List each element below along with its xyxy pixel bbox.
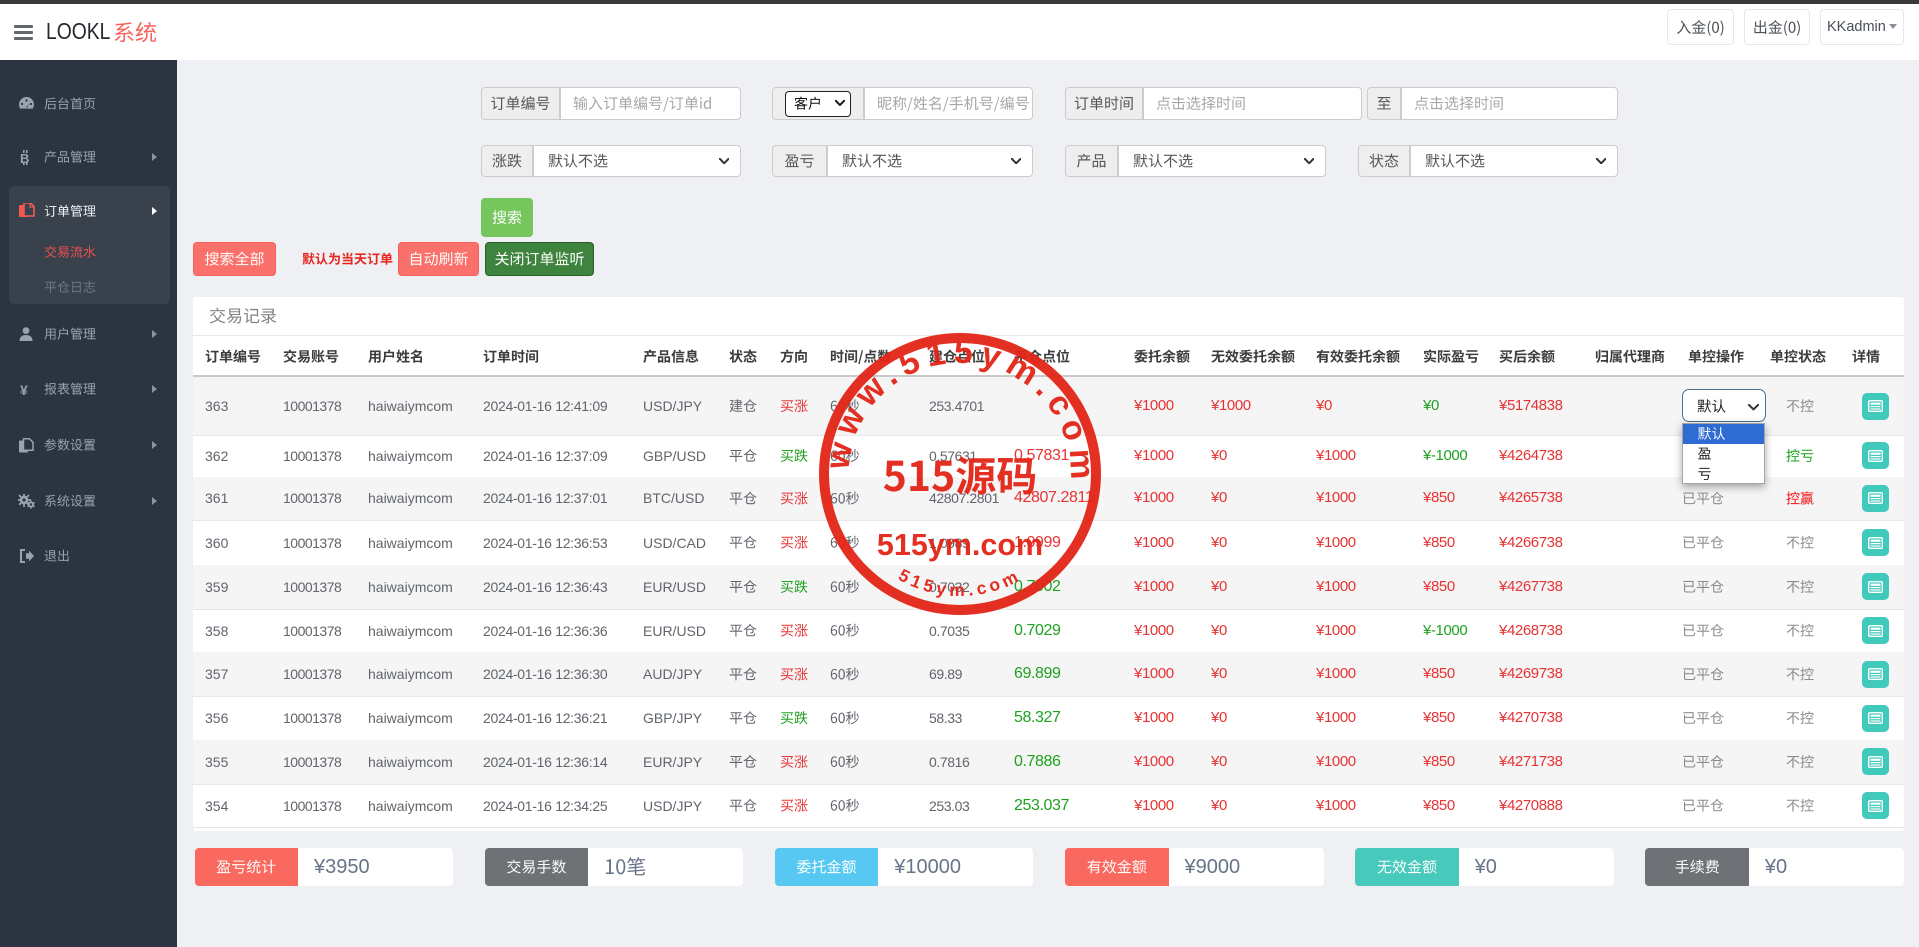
svg-text:¥: ¥: [20, 382, 28, 397]
svg-text:515ym.com: 515ym.com: [895, 565, 1024, 600]
svg-text:www.515ym.com: www.515ym.com: [818, 332, 1102, 486]
svg-text:B: B: [20, 151, 29, 165]
svg-text:515ym.com: 515ym.com: [877, 528, 1043, 562]
